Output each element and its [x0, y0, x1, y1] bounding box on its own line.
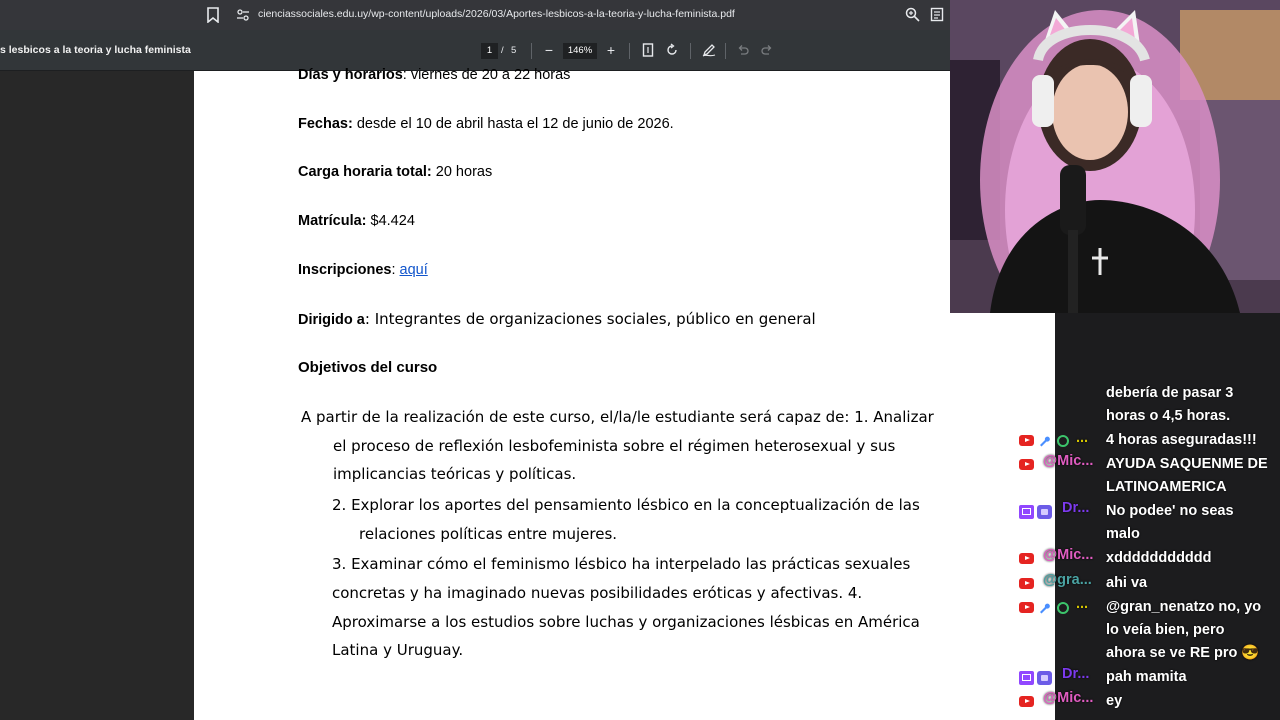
- chat-username[interactable]: ...: [1076, 596, 1088, 612]
- chat-username[interactable]: @Mic...: [1043, 547, 1093, 563]
- subscriber-badge-icon: [1037, 671, 1052, 685]
- redo-icon[interactable]: [760, 43, 774, 57]
- chat-message-text: debería de pasar 3: [1106, 385, 1234, 401]
- twitch-icon: [1019, 671, 1034, 685]
- registration-colon: :: [391, 262, 400, 278]
- chat-username[interactable]: Dr...: [1062, 666, 1089, 682]
- schedule-label: Días y horarios: [298, 67, 403, 83]
- youtube-icon: [1019, 553, 1034, 564]
- chat-username[interactable]: @Mic...: [1043, 453, 1093, 469]
- chat-message-text: No podee' no seas: [1106, 503, 1234, 519]
- pdf-toolbar: s lesbicos a la teoria y lucha feminista…: [0, 30, 950, 71]
- twitch-icon: [1019, 505, 1034, 519]
- member-badge-icon: [1057, 602, 1069, 614]
- hours-line: Carga horaria total: 20 horas: [298, 164, 492, 180]
- rotate-icon[interactable]: [665, 43, 679, 57]
- objectives-line: implicancias teóricas y políticas.: [333, 465, 577, 483]
- zoom-level-input[interactable]: 146%: [563, 43, 597, 59]
- hours-value: 20 horas: [431, 164, 493, 180]
- screen: cienciassociales.edu.uy/wp-content/uploa…: [0, 0, 1280, 720]
- chat-message-text: 4 horas aseguradas!!!: [1106, 432, 1257, 448]
- moderator-wrench-icon: [1040, 436, 1050, 447]
- site-settings-icon[interactable]: [236, 8, 250, 22]
- url-text[interactable]: cienciassociales.edu.uy/wp-content/uploa…: [258, 8, 735, 20]
- annotate-pen-icon[interactable]: [702, 43, 716, 57]
- subscriber-badge-icon: [1037, 505, 1052, 519]
- objectives-line: A partir de la realización de este curso…: [301, 408, 934, 426]
- schedule-line: Días y horarios: viernes de 20 a 22 hora…: [298, 67, 570, 83]
- registration-line: Inscripciones: aquí: [298, 262, 428, 278]
- toolbar-divider: [629, 43, 630, 59]
- moderator-wrench-icon: [1040, 603, 1050, 614]
- dates-label: Fechas:: [298, 116, 353, 132]
- zoom-out-button[interactable]: −: [542, 41, 556, 59]
- schedule-value: : viernes de 20 a 22 horas: [402, 67, 571, 83]
- toolbar-divider: [725, 43, 726, 59]
- chat-message-text: xddddddddddd: [1106, 550, 1212, 566]
- toolbar-divider: [690, 43, 691, 59]
- chat-message-text: pah mamita: [1106, 669, 1187, 685]
- webcam-feed: [950, 0, 1280, 313]
- objectives-line: concretas y ha imaginado nuevas posibili…: [332, 584, 863, 602]
- hours-label: Carga horaria total:: [298, 164, 432, 180]
- youtube-icon: [1019, 435, 1034, 446]
- audience-label: Dirigido a: [298, 312, 365, 328]
- member-badge-icon: [1057, 435, 1069, 447]
- youtube-icon: [1019, 602, 1034, 613]
- chat-message-text: ey: [1106, 693, 1123, 709]
- fee-line: Matrícula: $4.424: [298, 213, 415, 229]
- reading-mode-icon[interactable]: [930, 7, 944, 22]
- registration-link[interactable]: aquí: [400, 262, 428, 278]
- chat-message-text: horas o 4,5 horas.: [1106, 408, 1231, 424]
- objectives-line: 2. Explorar los aportes del pensamiento …: [332, 496, 920, 514]
- total-pages: 5: [511, 45, 517, 56]
- fit-page-icon[interactable]: [641, 43, 655, 57]
- objectives-line: relaciones políticas entre mujeres.: [359, 525, 618, 543]
- chat-message-text: malo: [1106, 526, 1140, 542]
- objectives-line: Aproximarse a los estudios sobre luchas …: [332, 613, 920, 631]
- youtube-icon: [1019, 578, 1034, 589]
- audience-line: Dirigido a: Integrantes de organizacione…: [298, 310, 816, 328]
- dates-line: Fechas: desde el 10 de abril hasta el 12…: [298, 116, 674, 132]
- page-number-input[interactable]: 1: [481, 43, 498, 59]
- audience-value: : Integrantes de organizaciones sociales…: [364, 310, 816, 328]
- objectives-line: Latina y Uruguay.: [332, 641, 464, 659]
- objectives-heading: Objetivos del curso: [298, 359, 438, 376]
- registration-label: Inscripciones: [298, 262, 392, 278]
- objectives-line: 3. Examinar cómo el feminismo lésbico ha…: [332, 555, 911, 573]
- chat-message-text: ahi va: [1106, 575, 1148, 591]
- chat-message-text: lo veía bien, pero: [1106, 622, 1225, 638]
- pdf-page: Días y horarios: viernes de 20 a 22 hora…: [194, 67, 1055, 720]
- zoom-in-button[interactable]: +: [604, 41, 618, 59]
- zoom-icon[interactable]: [905, 7, 920, 22]
- chat-message-text: AYUDA SAQUENME DE: [1106, 456, 1268, 472]
- fee-label: Matrícula:: [298, 213, 367, 229]
- document-title: s lesbicos a la teoria y lucha feminista: [0, 44, 191, 56]
- chat-username[interactable]: Dr...: [1062, 500, 1089, 516]
- browser-address-bar: cienciassociales.edu.uy/wp-content/uploa…: [0, 0, 950, 30]
- youtube-icon: [1019, 459, 1034, 470]
- bookmark-icon[interactable]: [206, 7, 220, 23]
- chat-message-text: ahora se ve RE pro 😎: [1106, 645, 1260, 661]
- objectives-line: el proceso de reflexión lesbofeminista s…: [333, 437, 896, 455]
- page-separator: /: [501, 45, 504, 56]
- chat-message-text: @gran_nenatzo no, yo: [1106, 599, 1262, 615]
- fee-value: $4.424: [366, 213, 415, 229]
- youtube-icon: [1019, 696, 1034, 707]
- undo-icon[interactable]: [736, 43, 750, 57]
- chat-username[interactable]: ...: [1076, 430, 1088, 446]
- toolbar-divider: [531, 43, 532, 59]
- chat-username[interactable]: @gra...: [1043, 572, 1092, 588]
- chat-username[interactable]: @Mic...: [1043, 690, 1093, 706]
- dates-value: desde el 10 de abril hasta el 12 de juni…: [352, 116, 674, 132]
- chat-message-text: LATINOAMERICA: [1106, 479, 1227, 495]
